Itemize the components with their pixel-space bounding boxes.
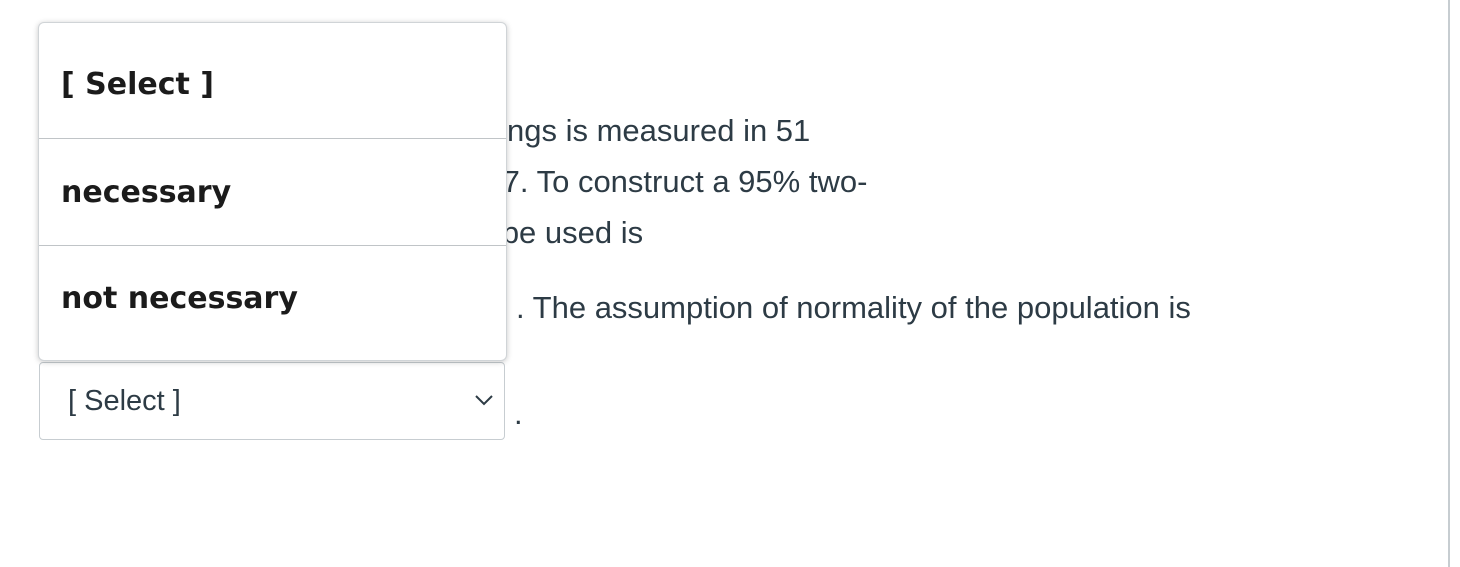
question-text-line-4: . The assumption of normality of the pop… (516, 290, 1191, 325)
chevron-down-icon (474, 393, 494, 407)
option-necessary[interactable]: necessary (39, 139, 506, 246)
option-select-placeholder[interactable]: [ Select ] (39, 23, 506, 139)
sentence-period: . (514, 396, 523, 431)
answer-select[interactable]: [ Select ] (39, 362, 505, 440)
select-dropdown-menu: [ Select ] necessary not necessary (38, 22, 507, 361)
select-current-value: [ Select ] (68, 385, 181, 417)
option-not-necessary[interactable]: not necessary (39, 246, 506, 360)
page-right-border (1448, 0, 1450, 567)
